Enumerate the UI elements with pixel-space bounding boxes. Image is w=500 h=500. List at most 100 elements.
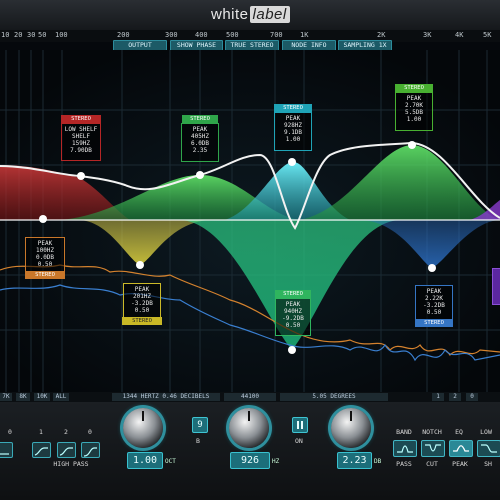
brand-name-boxed: label (249, 6, 290, 23)
node-gain: -3.2DB (423, 302, 445, 309)
slope-high-icon (83, 447, 97, 457)
node-2k70[interactable] (408, 141, 416, 149)
type-label: NOTCH (422, 428, 442, 436)
node-gain: 5.5DB (404, 109, 424, 116)
frequency-knob[interactable] (229, 408, 269, 448)
node-2k22[interactable] (428, 264, 436, 272)
gain-value[interactable]: 2.23 (337, 452, 372, 469)
node-928hz[interactable] (288, 158, 296, 166)
knob-indicator (248, 411, 250, 421)
slope-number: 0 (8, 428, 12, 436)
node-type: PEAK (406, 95, 422, 102)
type-label: LOW (480, 428, 492, 436)
node-label-head: STEREO (182, 115, 218, 123)
node-type: PEAK (37, 240, 53, 247)
notch-button[interactable] (421, 440, 445, 457)
bandpass-button[interactable] (393, 440, 417, 457)
tick-label: 10 (1, 31, 10, 39)
bandwidth-knob[interactable] (123, 408, 163, 448)
node-lowshelf[interactable] (77, 172, 85, 180)
node-freq: 940HZ (283, 308, 303, 315)
node-label-head: STEREO (395, 84, 433, 92)
node-q: 0.50 (134, 307, 150, 314)
knob-indicator (142, 411, 144, 421)
slope-button-3[interactable] (81, 442, 100, 458)
node-freq: 159HZ (71, 140, 91, 147)
node-label-head: STEREO (415, 319, 453, 327)
node-gain: -9.2DB (282, 315, 304, 322)
oct-unit-label: OCT (165, 458, 176, 465)
scale-label: 2 (449, 393, 461, 401)
slope-button-0[interactable] (0, 442, 13, 458)
node-gain: 7.90DB (70, 147, 92, 154)
tick-label: 5K (483, 31, 492, 39)
brand-name: white (211, 6, 249, 23)
slope-number: 2 (64, 428, 68, 436)
node-info-2k70: PEAK 2.70K 5.5DB 1.00 (395, 92, 433, 131)
all-button[interactable]: ALL (53, 393, 69, 401)
frequency-value[interactable]: 926 (230, 452, 270, 469)
brand-logo: white label (211, 6, 290, 23)
peak-icon (453, 445, 469, 452)
slope-icon (0, 453, 9, 455)
tick-label: 300 (165, 31, 178, 39)
hz-unit-label: HZ (272, 458, 280, 465)
tick-label: 50 (38, 31, 47, 39)
node-label-head: STEREO (61, 115, 101, 123)
eq-peak-button[interactable] (449, 440, 473, 457)
tick-label: 500 (226, 31, 239, 39)
title-bar: white label (0, 0, 500, 30)
pause-button[interactable] (292, 417, 308, 433)
node-info-lowshelf: LOW SHELF SHELF 159HZ 7.90DB (61, 123, 101, 161)
node-405hz[interactable] (196, 171, 204, 179)
high-pass-label: HIGH PASS (53, 460, 89, 468)
eq-plugin-window: white label 10 20 30 50 100 200 300 400 5… (0, 0, 500, 500)
node-gain: 6.0DB (190, 140, 210, 147)
node-type: LOW SHELF (64, 126, 98, 133)
node-number-button[interactable]: 9 (192, 417, 208, 433)
slope-button-2[interactable] (57, 442, 76, 458)
tick-label: 3K (423, 31, 432, 39)
node-gain: -3.2DB (131, 300, 153, 307)
node-type: PEAK (285, 115, 301, 122)
node-info-940hz: PEAK 940HZ -9.2DB 0.50 (275, 298, 311, 336)
tick-label: 1K (300, 31, 309, 39)
tick-label: 700 (270, 31, 283, 39)
gain-knob[interactable] (331, 408, 371, 448)
node-940hz[interactable] (288, 346, 296, 354)
slope-button-1[interactable] (32, 442, 51, 458)
scale-label: 10K (34, 393, 50, 401)
node-q: 0.50 (426, 309, 442, 316)
node-label-head: STEREO (122, 317, 162, 325)
type-sub-label: PEAK (452, 460, 468, 468)
scale-label: 7K (0, 393, 12, 401)
node-subtype: SHELF (71, 133, 91, 140)
node-201hz[interactable] (136, 261, 144, 269)
node-info-405hz: PEAK 405HZ 6.0DB 2.35 (181, 123, 219, 162)
node-100hz[interactable] (39, 215, 47, 223)
tick-label: 4K (455, 31, 464, 39)
slope-number: 1 (39, 428, 43, 436)
node-label-head: STEREO (25, 271, 65, 279)
scale-label: 1 (432, 393, 444, 401)
node-q: 1.00 (406, 116, 422, 123)
node-freq: 100HZ (35, 247, 55, 254)
node-gain: 9.1DB (283, 129, 303, 136)
low-shelf-button[interactable] (477, 440, 500, 457)
node-type: PEAK (426, 288, 442, 295)
power-label: ON (295, 437, 303, 445)
node-q: 0.50 (285, 322, 301, 329)
tick-label: 20 (14, 31, 23, 39)
node-freq: 2.22K (424, 295, 444, 302)
pause-icon (297, 421, 303, 429)
bandwidth-value[interactable]: 1.00 (127, 452, 163, 469)
node-icon-label: B (196, 437, 200, 445)
node-freq: 2.70K (404, 102, 424, 109)
node-label-head: STEREO (274, 104, 312, 112)
bandpass-icon (397, 445, 413, 453)
tick-label: 400 (195, 31, 208, 39)
lowshelf-icon (481, 444, 497, 453)
node-freq: 405HZ (190, 133, 210, 140)
slope-low-icon (34, 447, 48, 456)
node-gain: 0.0DB (35, 254, 55, 261)
